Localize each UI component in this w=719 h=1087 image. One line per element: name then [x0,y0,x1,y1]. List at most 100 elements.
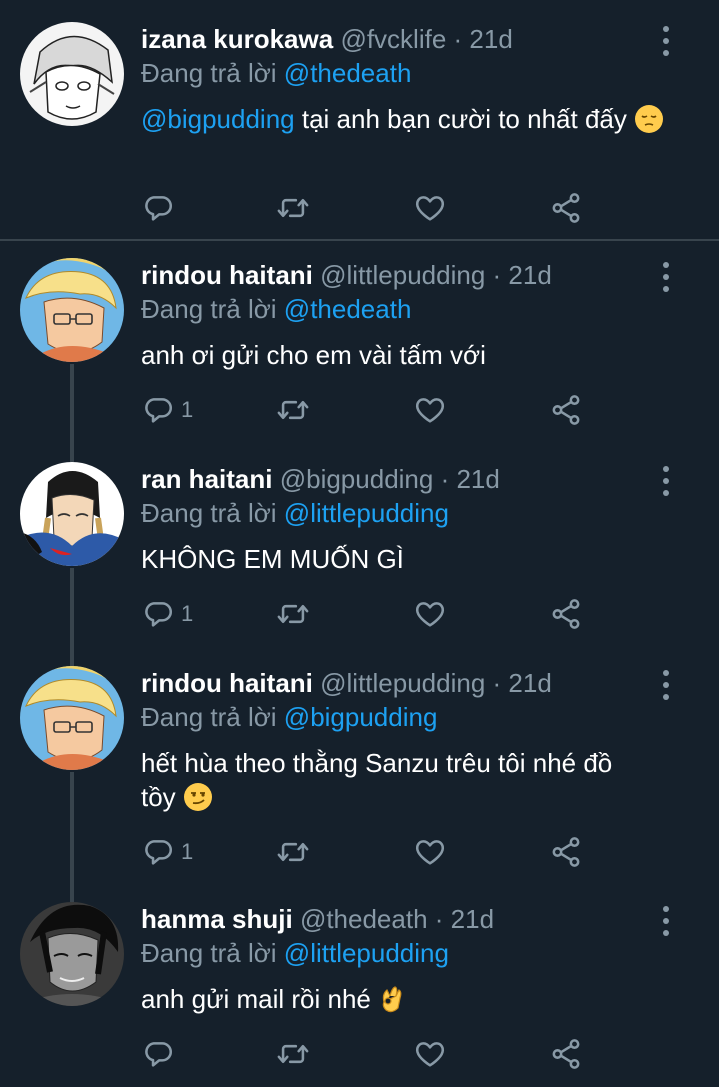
like-icon [413,191,447,225]
timestamp[interactable]: · 21d [493,668,552,698]
reply-button[interactable]: 1 [141,594,193,634]
avatar[interactable] [20,258,124,362]
share-icon [549,597,583,631]
share-button[interactable] [549,594,583,634]
tweet[interactable]: ran haitani @bigpudding · 21d Đang trả l… [0,462,719,652]
share-button[interactable] [549,832,583,872]
retweet-button[interactable] [276,188,310,228]
username[interactable]: @fvcklife [340,24,446,54]
replying-to-mention[interactable]: @littlepudding [284,938,449,968]
tweet-actions: 1 [0,390,719,430]
tweet[interactable]: rindou haitani @littlepudding · 21d Đang… [0,666,719,890]
mention-link[interactable]: @bigpudding [141,104,295,134]
avatar[interactable] [20,902,124,1006]
timestamp[interactable]: · 21d [454,24,513,54]
tweet-header: rindou haitani @littlepudding · 21d [141,258,552,292]
like-button[interactable] [413,832,447,872]
tweet-text: anh gửi mail rồi nhé [141,982,681,1022]
username[interactable]: @bigpudding [280,464,434,494]
reply-button[interactable] [141,188,181,228]
display-name[interactable]: rindou haitani [141,260,313,290]
username[interactable]: @littlepudding [320,260,485,290]
tweet-actions: 1 [0,832,719,872]
more-icon[interactable] [652,670,680,700]
retweet-icon [276,835,310,869]
tweet-actions [0,188,719,228]
like-icon [413,1037,447,1071]
reply-icon [141,191,175,225]
reply-icon [141,835,175,869]
tweet-header: ran haitani @bigpudding · 21d [141,462,500,496]
tweet-text: KHÔNG EM MUỐN GÌ [141,544,404,574]
avatar[interactable] [20,666,124,770]
replying-to-mention[interactable]: @littlepudding [284,498,449,528]
reply-button[interactable]: 1 [141,390,193,430]
replying-to: Đang trả lời @thedeath [141,292,411,326]
tweet-body: anh gửi mail rồi nhé [141,984,371,1014]
share-icon [549,393,583,427]
replying-to: Đang trả lời @littlepudding [141,936,449,970]
username[interactable]: @thedeath [300,904,428,934]
tweet-actions [0,1034,719,1074]
retweet-button[interactable] [276,832,310,872]
like-button[interactable] [413,1034,447,1074]
replying-to-label: Đang trả lời [141,58,277,88]
display-name[interactable]: rindou haitani [141,668,313,698]
avatar[interactable] [20,22,124,126]
reply-icon [141,597,175,631]
replying-to-mention[interactable]: @thedeath [284,58,412,88]
tweet-body: tại anh bạn cười to nhất đấy [294,104,627,134]
replying-to: Đang trả lời @littlepudding [141,496,449,530]
share-button[interactable] [549,390,583,430]
retweet-button[interactable] [276,1034,310,1074]
reply-button[interactable] [141,1034,181,1074]
more-icon[interactable] [652,262,680,292]
share-button[interactable] [549,188,583,228]
avatar[interactable] [20,462,124,566]
share-button[interactable] [549,1034,583,1074]
replying-to: Đang trả lời @bigpudding [141,700,437,734]
timestamp[interactable]: · 21d [441,464,500,494]
more-icon[interactable] [652,26,680,56]
retweet-button[interactable] [276,390,310,430]
replying-to-label: Đang trả lời [141,702,277,732]
reply-count: 1 [181,839,194,864]
replying-to-mention[interactable]: @thedeath [284,294,412,324]
tweet-header: hanma shuji @thedeath · 21d [141,902,494,936]
share-icon [549,1037,583,1071]
like-button[interactable] [413,390,447,430]
tweet-text: @bigpudding tại anh bạn cười to nhất đấy [141,102,681,142]
timestamp[interactable]: · 21d [493,260,552,290]
smirking-face-icon [183,782,213,820]
more-icon[interactable] [652,906,680,936]
tweet[interactable]: rindou haitani @littlepudding · 21d Đang… [0,258,719,448]
timestamp[interactable]: · 21d [435,904,494,934]
like-icon [413,597,447,631]
display-name[interactable]: hanma shuji [141,904,293,934]
reply-button[interactable]: 1 [141,832,193,872]
reply-count: 1 [181,601,194,626]
like-icon [413,835,447,869]
display-name[interactable]: izana kurokawa [141,24,333,54]
ok-hand-icon [378,984,406,1022]
reply-icon [141,393,175,427]
like-button[interactable] [413,188,447,228]
pensive-face-icon [634,104,664,142]
tweet-header: rindou haitani @littlepudding · 21d [141,666,552,700]
more-icon[interactable] [652,466,680,496]
username[interactable]: @littlepudding [320,668,485,698]
tweet[interactable]: hanma shuji @thedeath · 21d Đang trả lời… [0,902,719,1082]
retweet-icon [276,191,310,225]
tweet[interactable]: izana kurokawa @fvcklife · 21d Đang trả … [0,22,719,232]
retweet-button[interactable] [276,594,310,634]
tweet-header: izana kurokawa @fvcklife · 21d [141,22,513,56]
replying-to: Đang trả lời @thedeath [141,56,411,90]
replying-to-mention[interactable]: @bigpudding [284,702,438,732]
share-icon [549,835,583,869]
reply-count: 1 [181,397,194,422]
replying-to-label: Đang trả lời [141,294,277,324]
share-icon [549,191,583,225]
like-button[interactable] [413,594,447,634]
tweet-divider [0,239,719,241]
display-name[interactable]: ran haitani [141,464,272,494]
